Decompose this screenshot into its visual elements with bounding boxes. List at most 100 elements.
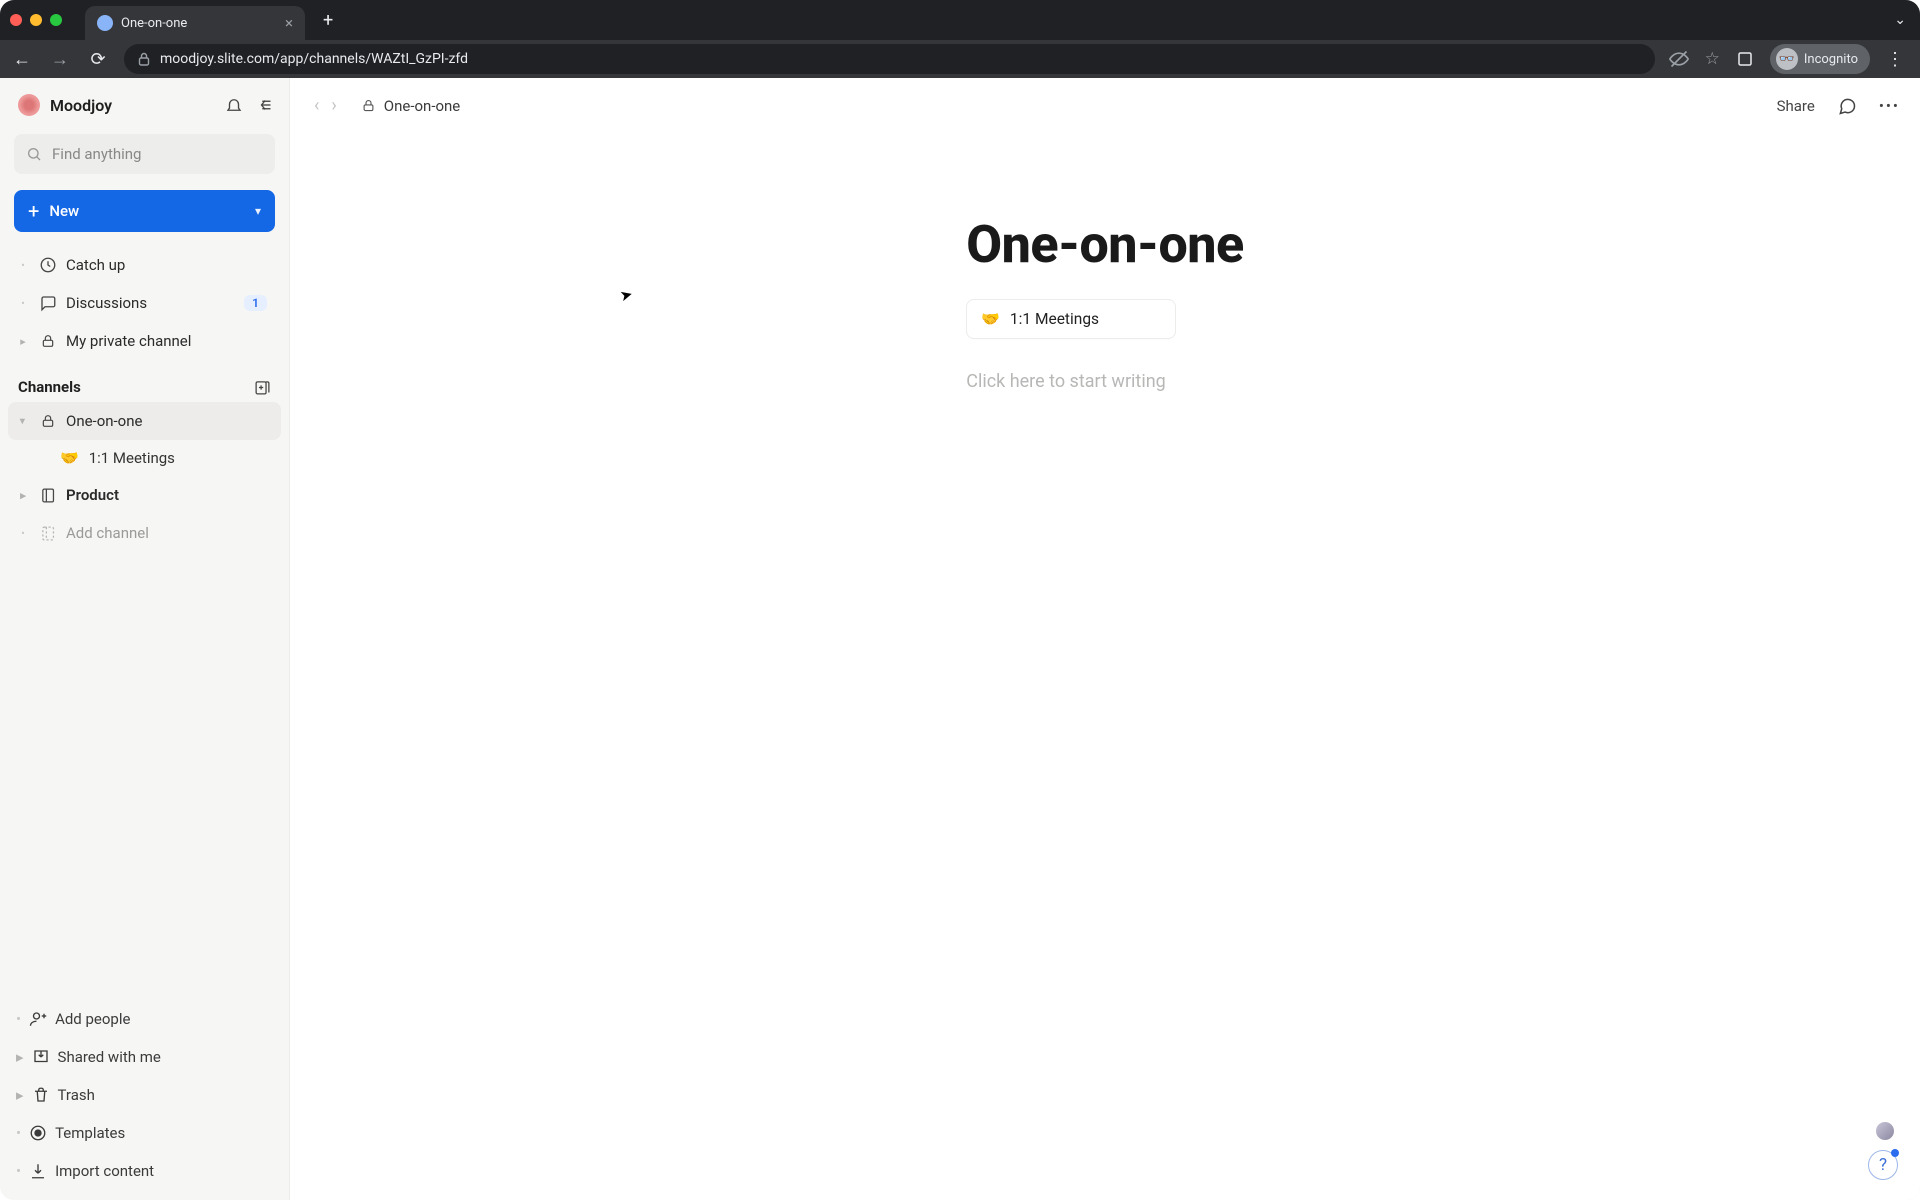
incognito-indicator[interactable]: 👓 Incognito: [1770, 44, 1870, 74]
tab-favicon-icon: [97, 15, 113, 31]
nav-catch-up[interactable]: • Catch up: [8, 246, 281, 284]
tab-title: One-on-one: [121, 16, 187, 31]
plus-icon: +: [28, 199, 39, 223]
more-menu-icon[interactable]: •••: [1879, 97, 1900, 115]
workspace-logo-icon: [18, 94, 40, 116]
dropdown-caret-icon[interactable]: ▾: [255, 204, 261, 218]
nav-label: Catch up: [66, 256, 125, 274]
new-channel-icon[interactable]: [254, 379, 271, 396]
page-label: 1:1 Meetings: [89, 449, 175, 467]
document: One-on-one 🤝 1:1 Meetings Click here to …: [946, 214, 1264, 392]
search-icon: [26, 146, 42, 162]
help-button[interactable]: ?: [1868, 1150, 1898, 1180]
clock-icon: [38, 256, 58, 274]
section-label: Channels: [18, 378, 81, 396]
browser-tab-strip: One-on-one × + ⌄: [0, 0, 1920, 40]
sidebar: Moodjoy Find anything + New: [0, 78, 290, 1200]
handshake-emoji-icon: 🤝: [981, 310, 1000, 328]
minimize-window-icon[interactable]: [30, 14, 42, 26]
page-title[interactable]: One-on-one: [966, 214, 1244, 275]
forward-button[interactable]: →: [48, 49, 72, 70]
back-button[interactable]: ←: [10, 49, 34, 70]
share-button[interactable]: Share: [1777, 97, 1815, 115]
nav-discussions[interactable]: • Discussions 1: [8, 284, 281, 322]
reload-button[interactable]: ⟳: [86, 49, 110, 70]
presence-avatar-icon[interactable]: [1876, 1122, 1894, 1140]
comments-icon[interactable]: [1837, 96, 1857, 116]
nav-private-channel[interactable]: ▸ My private channel: [8, 322, 281, 360]
lock-icon: [361, 98, 376, 113]
maximize-window-icon[interactable]: [50, 14, 62, 26]
chevron-right-icon[interactable]: ▸: [16, 489, 30, 502]
collapse-sidebar-icon[interactable]: [257, 96, 275, 114]
linked-page-card[interactable]: 🤝 1:1 Meetings: [966, 299, 1176, 339]
breadcrumb-label: One-on-one: [384, 97, 460, 115]
notifications-icon[interactable]: [225, 96, 243, 114]
cursor-icon: ➤: [618, 285, 635, 306]
bullet-icon: •: [16, 1010, 21, 1028]
footer-shared[interactable]: ▸ Shared with me: [8, 1038, 281, 1076]
new-tab-button[interactable]: +: [313, 10, 343, 31]
search-placeholder: Find anything: [52, 145, 141, 163]
page-1-1-meetings[interactable]: 🤝 1:1 Meetings: [8, 440, 281, 476]
new-button[interactable]: + New ▾: [14, 190, 275, 232]
channel-label: Product: [66, 486, 119, 504]
footer-label: Add people: [55, 1010, 130, 1028]
new-button-label: New: [49, 202, 79, 220]
chevron-down-icon[interactable]: ▸: [17, 414, 30, 428]
history-back-icon[interactable]: ‹: [310, 95, 323, 116]
topbar: ‹ › One-on-one Share •••: [290, 78, 1920, 134]
close-tab-icon[interactable]: ×: [285, 14, 293, 32]
extensions-icon[interactable]: [1736, 50, 1754, 68]
channels-section-header: Channels: [18, 360, 271, 402]
chat-icon: [38, 294, 58, 312]
templates-icon: [29, 1124, 47, 1142]
history-forward-icon[interactable]: ›: [327, 95, 340, 116]
browser-menu-icon[interactable]: ⋮: [1886, 49, 1904, 70]
channel-label: One-on-one: [66, 412, 142, 430]
chevron-right-icon[interactable]: ▸: [16, 1086, 24, 1104]
editor-placeholder[interactable]: Click here to start writing: [966, 371, 1244, 392]
url-text: moodjoy.slite.com/app/channels/WAZtI_GzP…: [160, 51, 468, 67]
download-icon: [29, 1162, 47, 1180]
bullet-icon: •: [16, 259, 30, 272]
handshake-emoji-icon: 🤝: [60, 449, 79, 467]
user-plus-icon: [29, 1010, 47, 1028]
browser-tab[interactable]: One-on-one ×: [85, 6, 305, 40]
book-icon: [38, 487, 58, 504]
trash-icon: [32, 1086, 50, 1104]
browser-address-bar: ← → ⟳ moodjoy.slite.com/app/channels/WAZ…: [0, 40, 1920, 78]
tabs-overflow-icon[interactable]: ⌄: [1894, 12, 1906, 28]
chevron-right-icon[interactable]: ▸: [16, 1048, 24, 1066]
footer-trash[interactable]: ▸ Trash: [8, 1076, 281, 1114]
footer-add-people[interactable]: • Add people: [8, 1000, 281, 1038]
lock-icon: [38, 413, 58, 429]
footer-templates[interactable]: • Templates: [8, 1114, 281, 1152]
url-field[interactable]: moodjoy.slite.com/app/channels/WAZtI_GzP…: [124, 44, 1655, 74]
lock-icon: [38, 333, 58, 349]
incognito-icon: 👓: [1776, 48, 1798, 70]
search-input[interactable]: Find anything: [14, 134, 275, 174]
linked-page-label: 1:1 Meetings: [1010, 310, 1099, 328]
chevron-right-icon[interactable]: ▸: [16, 335, 30, 348]
eye-off-icon[interactable]: [1669, 49, 1689, 69]
inbox-icon: [32, 1048, 50, 1066]
footer-import[interactable]: • Import content: [8, 1152, 281, 1190]
channel-one-on-one[interactable]: ▸ One-on-one: [8, 402, 281, 440]
footer-label: Templates: [55, 1124, 125, 1142]
history-nav: ‹ ›: [310, 95, 341, 116]
workspace-header[interactable]: Moodjoy: [0, 78, 289, 128]
add-channel-label: Add channel: [66, 524, 149, 542]
nav-label: My private channel: [66, 332, 191, 350]
bookmark-star-icon[interactable]: ☆: [1705, 49, 1720, 69]
workspace-name: Moodjoy: [50, 96, 112, 115]
footer-label: Shared with me: [58, 1048, 161, 1066]
main-area: ‹ › One-on-one Share ••• ➤: [290, 78, 1920, 1200]
add-channel-button[interactable]: • Add channel: [8, 514, 281, 552]
channel-product[interactable]: ▸ Product: [8, 476, 281, 514]
window-controls: [10, 14, 62, 26]
breadcrumb[interactable]: One-on-one: [361, 97, 460, 115]
close-window-icon[interactable]: [10, 14, 22, 26]
footer-label: Import content: [55, 1162, 154, 1180]
book-dashed-icon: [38, 525, 58, 542]
